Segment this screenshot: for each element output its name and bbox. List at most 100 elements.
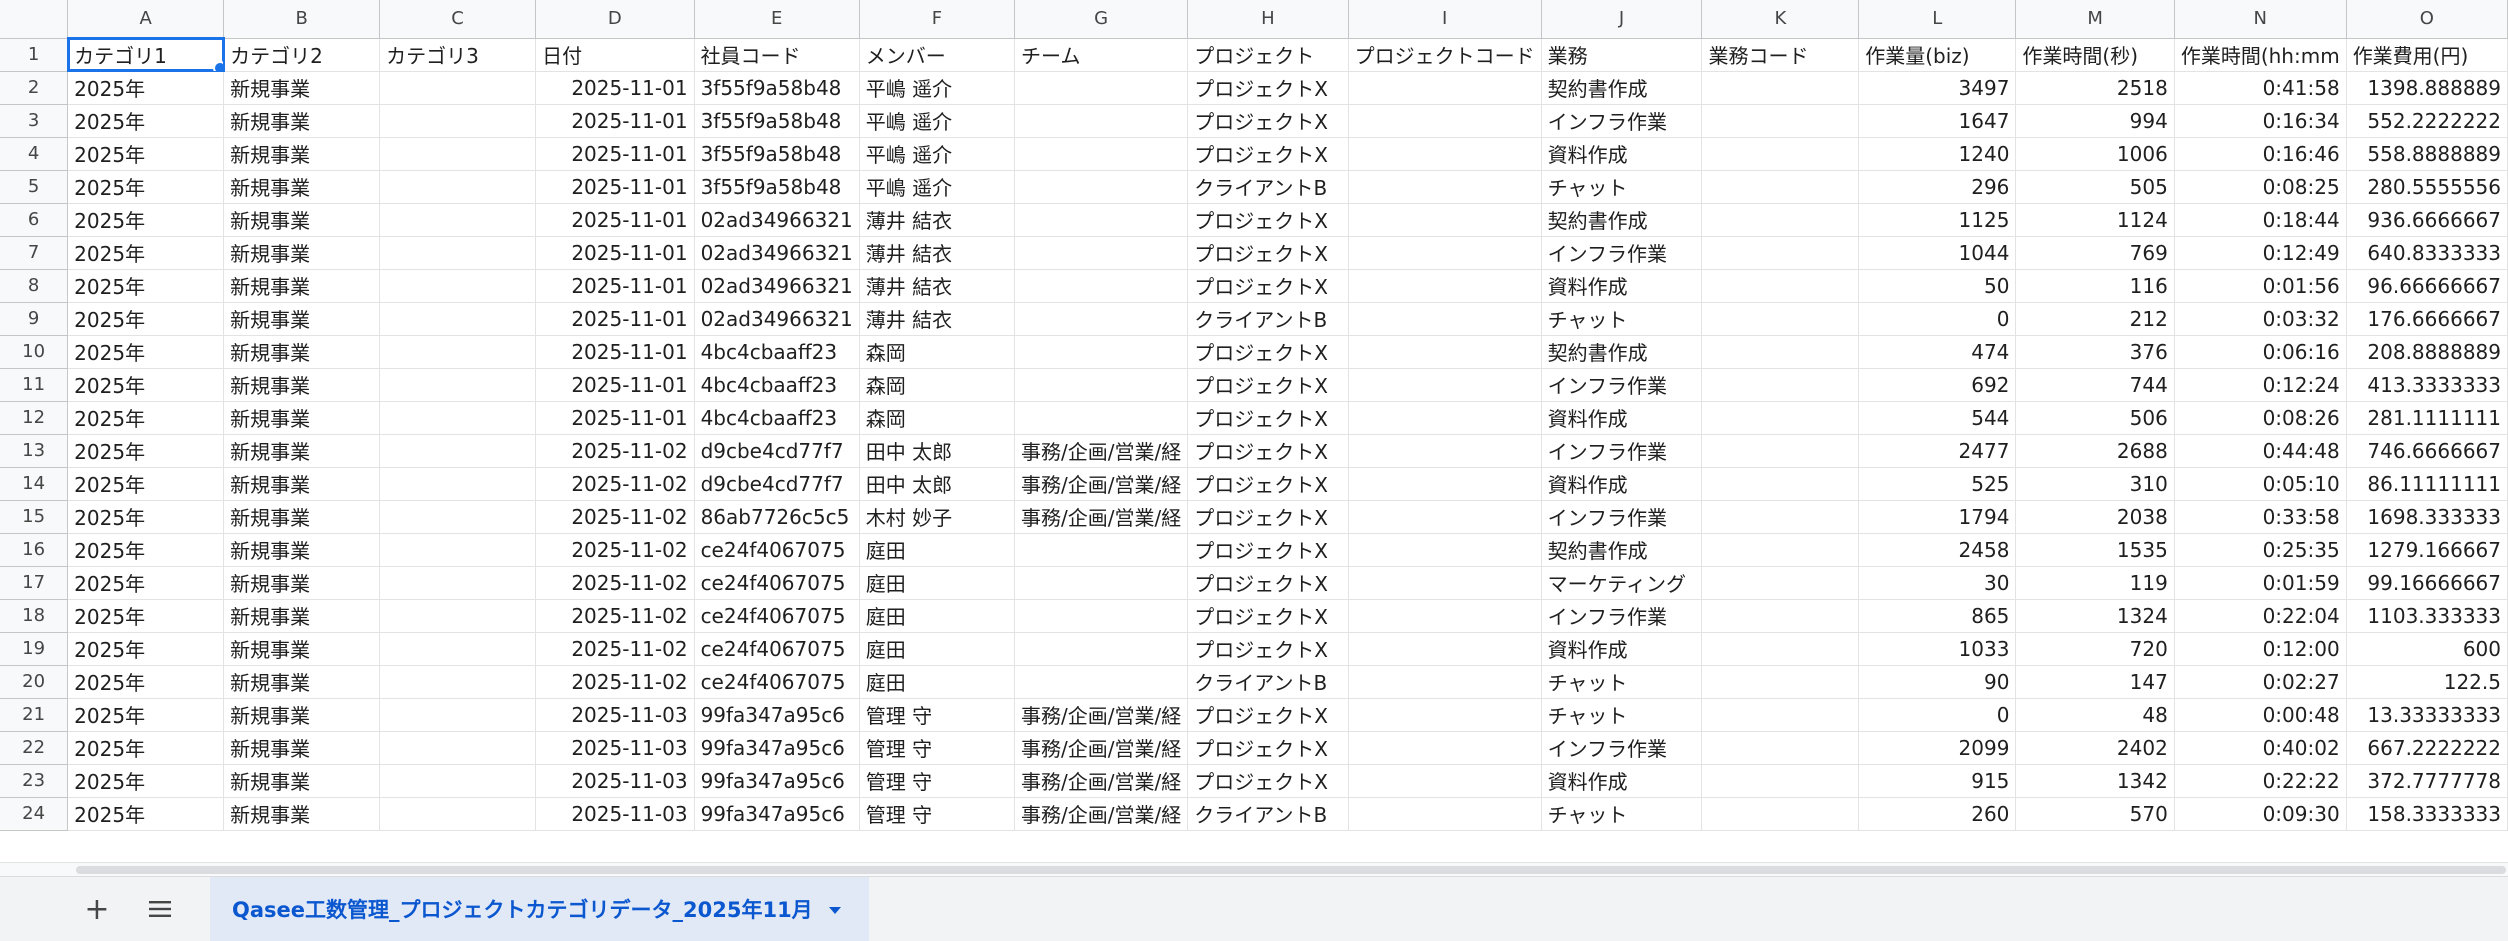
cell[interactable] bbox=[379, 632, 537, 666]
cell[interactable]: 0:12:00 bbox=[2174, 632, 2347, 666]
cell[interactable]: 99fa347a95c6 bbox=[694, 764, 860, 798]
column-header-N[interactable]: N bbox=[2174, 0, 2347, 39]
cell[interactable] bbox=[1701, 203, 1860, 237]
cell[interactable]: 0:40:02 bbox=[2174, 731, 2347, 765]
cell[interactable]: 0:08:26 bbox=[2174, 401, 2347, 435]
cell[interactable]: 新規事業 bbox=[223, 203, 381, 237]
cell[interactable]: 新規事業 bbox=[223, 467, 381, 501]
row-header[interactable]: 20 bbox=[0, 665, 69, 699]
cell[interactable]: 0:03:32 bbox=[2174, 302, 2347, 336]
cell[interactable]: 3497 bbox=[1858, 71, 2017, 105]
cell[interactable]: 田中 太郎 bbox=[859, 434, 1016, 468]
cell[interactable] bbox=[1701, 170, 1860, 204]
header-cell[interactable]: カテゴリ2 bbox=[223, 38, 381, 72]
cell[interactable] bbox=[1701, 632, 1860, 666]
cell[interactable]: 新規事業 bbox=[223, 335, 381, 369]
cell[interactable]: 新規事業 bbox=[223, 137, 381, 171]
cell[interactable] bbox=[1701, 104, 1860, 138]
cell[interactable]: 2025年 bbox=[67, 467, 225, 501]
cell[interactable]: 280.5555556 bbox=[2346, 170, 2508, 204]
cell[interactable]: 0:00:48 bbox=[2174, 698, 2347, 732]
cell[interactable]: プロジェクトX bbox=[1187, 236, 1349, 270]
cell[interactable]: プロジェクトX bbox=[1187, 434, 1349, 468]
cell[interactable]: 管理 守 bbox=[859, 764, 1016, 798]
cell[interactable] bbox=[1701, 368, 1860, 402]
cell[interactable]: プロジェクトX bbox=[1187, 335, 1349, 369]
cell[interactable] bbox=[1348, 203, 1542, 237]
cell[interactable]: 事務/企画/営業/経 bbox=[1014, 434, 1189, 468]
cell[interactable]: 0:06:16 bbox=[2174, 335, 2347, 369]
cell[interactable]: 99fa347a95c6 bbox=[694, 797, 860, 831]
cell[interactable]: 2025年 bbox=[67, 104, 225, 138]
cell[interactable]: 2025-11-01 bbox=[535, 104, 695, 138]
cell[interactable]: 667.2222222 bbox=[2346, 731, 2508, 765]
row-header[interactable]: 14 bbox=[0, 467, 69, 501]
cell[interactable]: 116 bbox=[2015, 269, 2175, 303]
cell[interactable] bbox=[379, 137, 537, 171]
cell[interactable]: 2518 bbox=[2015, 71, 2175, 105]
cell[interactable]: 0:44:48 bbox=[2174, 434, 2347, 468]
column-header-E[interactable]: E bbox=[694, 0, 860, 39]
cell[interactable]: 30 bbox=[1858, 566, 2017, 600]
cell[interactable]: 2688 bbox=[2015, 434, 2175, 468]
row-header[interactable]: 5 bbox=[0, 170, 69, 204]
cell[interactable]: プロジェクトX bbox=[1187, 599, 1349, 633]
cell[interactable] bbox=[1014, 599, 1189, 633]
cell[interactable] bbox=[1014, 236, 1189, 270]
cell[interactable]: 119 bbox=[2015, 566, 2175, 600]
cell[interactable]: 525 bbox=[1858, 467, 2017, 501]
cell[interactable]: 86.11111111 bbox=[2346, 467, 2508, 501]
sheet-tab[interactable]: Qasee工数管理_プロジェクトカテゴリデータ_2025年11月 bbox=[210, 877, 869, 941]
cell[interactable]: 新規事業 bbox=[223, 599, 381, 633]
header-cell[interactable]: プロジェクト bbox=[1187, 38, 1349, 72]
header-cell[interactable]: カテゴリ3 bbox=[379, 38, 537, 72]
cell[interactable]: 2025年 bbox=[67, 401, 225, 435]
cell[interactable]: 2025年 bbox=[67, 302, 225, 336]
cell[interactable]: 1698.333333 bbox=[2346, 500, 2508, 534]
cell[interactable]: 2025-11-02 bbox=[535, 632, 695, 666]
header-cell[interactable]: カテゴリ1 bbox=[66, 37, 225, 72]
cell[interactable]: 資料作成 bbox=[1541, 467, 1703, 501]
cell[interactable]: マーケティング bbox=[1541, 566, 1703, 600]
cell[interactable]: 4bc4cbaaff23 bbox=[694, 335, 860, 369]
cell[interactable]: 2025-11-03 bbox=[535, 731, 695, 765]
cell[interactable]: ce24f4067075 bbox=[694, 632, 860, 666]
cell[interactable] bbox=[379, 269, 537, 303]
cell[interactable]: 50 bbox=[1858, 269, 2017, 303]
cell[interactable]: 契約書作成 bbox=[1541, 335, 1703, 369]
cell[interactable] bbox=[1014, 368, 1189, 402]
cell[interactable]: 2025年 bbox=[67, 368, 225, 402]
cell[interactable]: 2025年 bbox=[67, 797, 225, 831]
cell[interactable]: 新規事業 bbox=[223, 401, 381, 435]
cell[interactable]: 2025-11-02 bbox=[535, 665, 695, 699]
cell[interactable] bbox=[1014, 170, 1189, 204]
column-header-B[interactable]: B bbox=[223, 0, 381, 39]
cell[interactable] bbox=[1701, 335, 1860, 369]
cell[interactable]: 0:09:30 bbox=[2174, 797, 2347, 831]
cell[interactable] bbox=[1014, 533, 1189, 567]
cell[interactable]: 1124 bbox=[2015, 203, 2175, 237]
cell[interactable] bbox=[1348, 533, 1542, 567]
cell[interactable] bbox=[379, 71, 537, 105]
row-header[interactable]: 24 bbox=[0, 797, 69, 831]
row-header[interactable]: 7 bbox=[0, 236, 69, 270]
cell[interactable]: 2025年 bbox=[67, 599, 225, 633]
cell[interactable]: 事務/企画/営業/経 bbox=[1014, 797, 1189, 831]
cell[interactable]: 865 bbox=[1858, 599, 2017, 633]
column-header-G[interactable]: G bbox=[1014, 0, 1189, 39]
cell[interactable]: 176.6666667 bbox=[2346, 302, 2508, 336]
cell[interactable]: 管理 守 bbox=[859, 797, 1016, 831]
cell[interactable]: 木村 妙子 bbox=[859, 500, 1016, 534]
cell[interactable]: 田中 太郎 bbox=[859, 467, 1016, 501]
cell[interactable]: 新規事業 bbox=[223, 566, 381, 600]
cell[interactable]: 2025年 bbox=[67, 137, 225, 171]
row-header[interactable]: 11 bbox=[0, 368, 69, 402]
cell[interactable]: 森岡 bbox=[859, 335, 1016, 369]
cell[interactable] bbox=[1014, 302, 1189, 336]
cell[interactable]: インフラ作業 bbox=[1541, 434, 1703, 468]
cell[interactable]: 2025年 bbox=[67, 533, 225, 567]
cell[interactable]: 2025年 bbox=[67, 665, 225, 699]
cell[interactable]: 0 bbox=[1858, 698, 2017, 732]
cell[interactable]: 0:25:35 bbox=[2174, 533, 2347, 567]
row-header[interactable]: 23 bbox=[0, 764, 69, 798]
